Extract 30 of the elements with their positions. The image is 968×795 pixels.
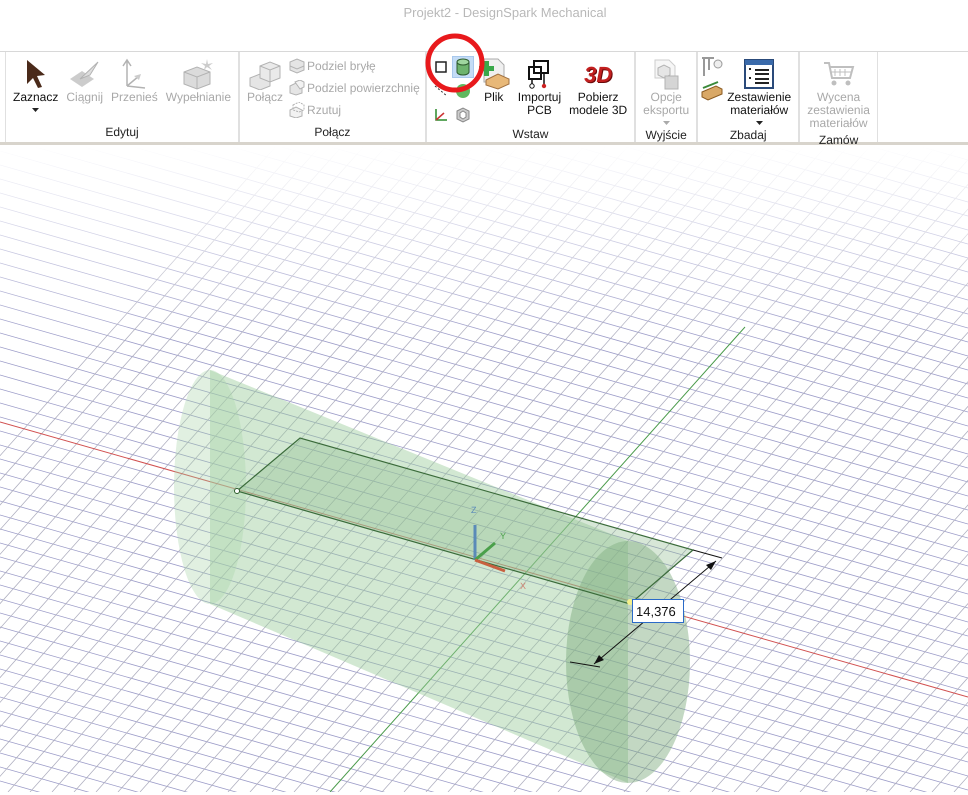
shell-icon[interactable] [456, 107, 470, 123]
ribbon-tool-button[interactable]: Importuj PCB [514, 55, 566, 119]
shopping-cart-icon [822, 60, 855, 88]
group-label: Edytuj [105, 124, 139, 141]
group-label: Połącz [314, 124, 350, 141]
file-box-icon [478, 58, 510, 90]
cylinder-icon[interactable] [456, 58, 470, 76]
ribbon-tool-button[interactable]: Zestawienie materiałów [723, 55, 796, 127]
highlight-circle [424, 32, 486, 94]
split-face-icon [289, 80, 306, 96]
group-label: Zbadaj [730, 127, 767, 143]
project-box-icon [289, 102, 306, 118]
dimension-input[interactable]: 14,376 [632, 599, 684, 623]
ribbon-tool-button[interactable]: Zaznacz [9, 55, 62, 114]
box-star-icon [181, 58, 216, 90]
group-label: Wyjście [646, 127, 687, 143]
ribbon-tool-button[interactable]: Plik [474, 55, 514, 106]
axis-triad-drawing: Z Y X [471, 505, 526, 591]
window-title: Projekt2 - DesignSpark Mechanical [403, 5, 607, 20]
cursor-icon [24, 59, 47, 89]
ribbon-tool-button[interactable]: 3D Pobierz modele 3D [565, 55, 632, 119]
numbered-list-icon [744, 59, 774, 89]
ribbon-icon-button[interactable] [452, 56, 474, 78]
axis-corner-icon[interactable] [434, 108, 448, 122]
group-label: Wstaw [512, 126, 548, 142]
group-label: Zamów [818, 132, 858, 148]
rectangle-icon[interactable] [434, 60, 448, 74]
line-icon[interactable] [434, 84, 448, 98]
split-box-icon [289, 58, 306, 74]
logo-3d-icon: 3D [584, 57, 612, 91]
